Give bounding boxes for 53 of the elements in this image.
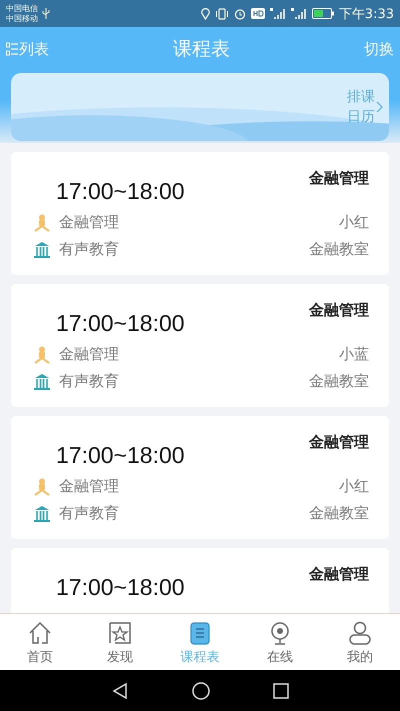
recents-icon[interactable] (272, 682, 289, 698)
building-icon (33, 504, 51, 522)
classroom-name: 金融教室 (309, 372, 369, 391)
home-icon[interactable] (192, 682, 210, 700)
user-icon (347, 620, 373, 646)
battery-icon (312, 8, 334, 19)
course-name: 金融管理 (59, 345, 119, 364)
classroom-name: 金融教室 (309, 504, 369, 523)
organization-name: 有声教育 (59, 504, 119, 523)
tab[interactable]: 我的 (320, 614, 400, 670)
carrier-name: 中国电信 (6, 4, 38, 14)
lesson-time: 17:00~18:00 (56, 442, 185, 469)
lesson-time: 17:00~18:00 (56, 178, 185, 205)
tab[interactable]: 首页 (0, 614, 80, 670)
chevron-icon (376, 101, 383, 113)
location-icon (200, 8, 210, 20)
teacher-name: 小红 (339, 477, 369, 496)
lesson-card[interactable]: 17:00~18:00 金融管理 金融管理 小红 有声教育 金融教室 (11, 416, 389, 539)
lesson-card[interactable]: 17:00~18:00 金融管理 (11, 548, 389, 613)
teacher-name: 小蓝 (339, 345, 369, 364)
signal-icon (290, 8, 307, 20)
alarm-icon (234, 8, 246, 20)
vibrate-icon (214, 8, 229, 20)
lesson-card[interactable]: 17:00~18:00 金融管理 金融管理 小红 有声教育 金融教室 (11, 152, 389, 275)
person-icon (33, 478, 51, 496)
page-title: 课程表 (172, 37, 231, 62)
course-name: 金融管理 (59, 477, 119, 496)
lesson-time: 17:00~18:00 (56, 310, 185, 337)
star-icon (107, 620, 133, 646)
lesson-title: 金融管理 (309, 169, 369, 188)
course-name: 金融管理 (59, 213, 119, 232)
organization-name: 有声教育 (59, 372, 119, 391)
usb-icon (42, 8, 50, 19)
lesson-card[interactable]: 17:00~18:00 金融管理 金融管理 小蓝 有声教育 金融教室 (11, 284, 389, 407)
carrier-name: 中国移动 (6, 14, 38, 24)
organization-name: 有声教育 (59, 240, 119, 259)
back-icon[interactable] (111, 682, 130, 700)
building-icon (33, 240, 51, 258)
classroom-name: 金融教室 (309, 240, 369, 259)
lesson-title: 金融管理 (309, 565, 369, 584)
tab[interactable]: 在线 (240, 614, 320, 670)
tab[interactable]: 发现 (80, 614, 160, 670)
lesson-title: 金融管理 (309, 301, 369, 320)
person-icon (33, 346, 51, 364)
hd-icon (250, 8, 265, 19)
lesson-title: 金融管理 (309, 433, 369, 452)
building-icon (33, 372, 51, 390)
home-icon (27, 620, 53, 646)
clock-time: 下午3:33 (338, 6, 394, 22)
person-icon (33, 214, 51, 232)
teacher-name: 小红 (339, 213, 369, 232)
signal-icon (270, 8, 286, 20)
lesson-time: 17:00~18:00 (56, 574, 185, 601)
